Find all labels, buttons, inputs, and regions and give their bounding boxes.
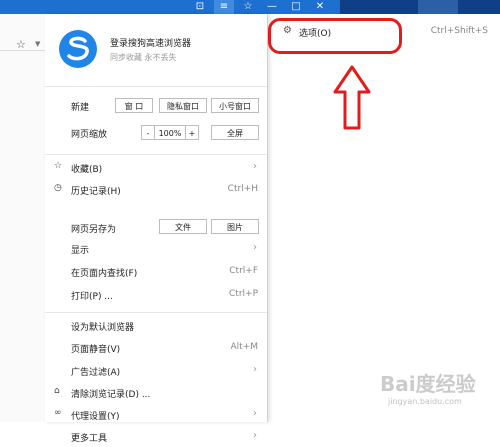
menu-item-mute-page[interactable]: 页面静音(V) Alt+M	[45, 338, 267, 358]
annotation-highlight-box	[268, 18, 402, 54]
toolbar-divider	[0, 50, 45, 51]
new-alt-account-window-button[interactable]: 小号窗口	[211, 98, 259, 113]
broom-icon: ⌂	[54, 386, 60, 396]
menu-item-display[interactable]: 显示 ›	[45, 239, 267, 259]
menu-divider	[45, 312, 267, 313]
options-shortcut: Ctrl+Shift+S	[430, 26, 488, 36]
menu-item-ad-filter[interactable]: 广告过滤(A) ›	[45, 361, 267, 381]
chevron-down-icon[interactable]: ▼	[35, 40, 40, 48]
save-file-button[interactable]: 文件	[159, 219, 207, 234]
main-menu: 登录搜狗高速浏览器 同步收藏 永不丢失 新建 窗 口 隐私窗口 小号窗口 网页缩…	[45, 14, 268, 444]
minimize-icon[interactable]: —	[262, 0, 282, 14]
close-icon[interactable]: ✕	[310, 0, 330, 14]
menu-divider	[45, 86, 267, 87]
clock-icon: ◷	[54, 183, 62, 193]
menu-item-print[interactable]: 打印(P) ... Ctrl+P	[45, 285, 267, 305]
save-as-label: 网页另存为	[71, 225, 117, 235]
save-image-button[interactable]: 图片	[211, 219, 259, 234]
menu-item-clear-history[interactable]: ⌂ 清除浏览记录(D) ...	[45, 383, 267, 403]
menu-item-find-in-page[interactable]: 在页面内查找(F) Ctrl+F	[45, 262, 267, 282]
login-title[interactable]: 登录搜狗高速浏览器	[110, 36, 191, 49]
new-label: 新建	[71, 103, 90, 113]
menu-item-more-tools[interactable]: 更多工具 ›	[45, 427, 267, 447]
browser-toolbar-strip: ☆ ▼	[0, 14, 46, 422]
sidebar-toggle-icon[interactable]: ⊡	[190, 0, 210, 14]
annotation-up-arrow	[333, 65, 371, 130]
star-icon: ☆	[54, 161, 63, 171]
tab-thumbnail	[418, 0, 458, 14]
new-private-window-button[interactable]: 隐私窗口	[159, 98, 207, 113]
menu-item-set-default-browser[interactable]: 设为默认浏览器	[45, 316, 267, 336]
zoom-out-button[interactable]: -	[141, 125, 155, 140]
menu-item-history[interactable]: ◷ 历史记录(H) Ctrl+H	[45, 180, 267, 200]
title-bar: ⊡ ≡ ☆ — □ ✕	[0, 0, 500, 14]
maximize-icon[interactable]: □	[286, 0, 306, 14]
chevron-right-icon: ›	[253, 364, 257, 375]
sogou-logo-icon[interactable]	[59, 30, 97, 68]
zoom-label: 网页缩放	[71, 130, 108, 140]
chevron-right-icon: ›	[253, 408, 257, 419]
chevron-right-icon: ›	[253, 430, 257, 441]
new-window-button[interactable]: 窗 口	[115, 98, 153, 113]
zoom-value: 100%	[155, 125, 185, 140]
menu-divider	[45, 154, 267, 155]
watermark: Bai度经验	[380, 372, 476, 396]
chevron-right-icon: ›	[253, 161, 257, 172]
login-subtitle: 同步收藏 永不丢失	[110, 53, 177, 62]
menu-item-favorites[interactable]: ☆ 收藏(B) ›	[45, 158, 267, 178]
zoom-in-button[interactable]: +	[185, 125, 199, 140]
fullscreen-button[interactable]: 全屏	[211, 125, 259, 140]
chevron-right-icon: ›	[253, 242, 257, 253]
link-icon: ∞	[54, 408, 62, 418]
menu-item-proxy-settings[interactable]: ∞ 代理设置(Y) ›	[45, 405, 267, 425]
menu-icon[interactable]: ≡	[214, 0, 234, 14]
skin-icon[interactable]: ☆	[238, 0, 258, 14]
watermark-url: jingyan.baidu.com	[388, 397, 462, 406]
